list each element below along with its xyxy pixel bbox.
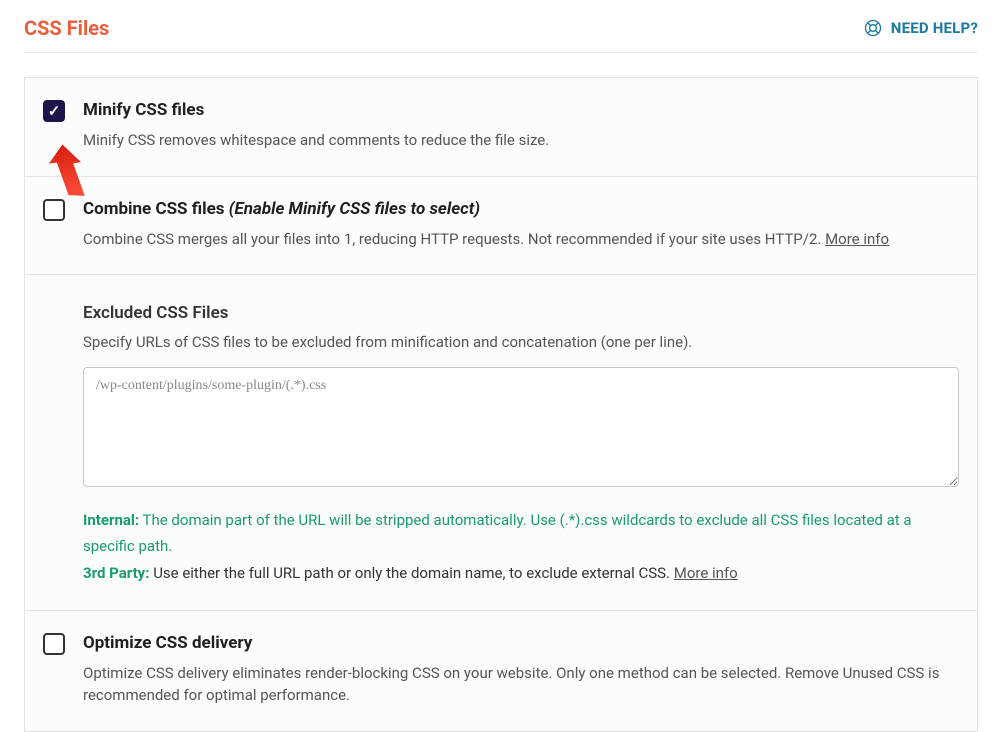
combine-css-desc-text: Combine CSS merges all your files into 1… — [83, 230, 825, 248]
settings-panel: ✓ Minify CSS files Minify CSS removes wh… — [24, 77, 978, 732]
excluded-css-title: Excluded CSS Files — [83, 303, 959, 323]
hint-internal-label: Internal: — [83, 511, 139, 529]
page-header: CSS Files NEED HELP? — [24, 16, 978, 53]
optimize-css-checkbox[interactable] — [43, 633, 65, 655]
excluded-css-hints: Internal: The domain part of the URL wil… — [83, 507, 959, 586]
minify-css-checkbox[interactable]: ✓ — [43, 100, 65, 122]
hint-3rd-text: Use either the full URL path or only the… — [149, 564, 673, 582]
section-excluded-css: Excluded CSS Files Specify URLs of CSS f… — [25, 275, 977, 611]
excluded-css-textarea[interactable] — [83, 367, 959, 487]
combine-css-desc: Combine CSS merges all your files into 1… — [83, 228, 889, 251]
section-minify-css: ✓ Minify CSS files Minify CSS removes wh… — [25, 78, 977, 177]
hint-internal-text: The domain part of the URL will be strip… — [83, 511, 912, 555]
need-help-link[interactable]: NEED HELP? — [863, 18, 978, 38]
section-combine-css: Combine CSS files (Enable Minify CSS fil… — [25, 177, 977, 276]
combine-css-more-info-link[interactable]: More info — [825, 230, 889, 248]
minify-css-desc: Minify CSS removes whitespace and commen… — [83, 129, 549, 152]
combine-css-subnote: (Enable Minify CSS files to select) — [229, 199, 480, 219]
excluded-css-desc: Specify URLs of CSS files to be excluded… — [83, 333, 959, 351]
need-help-label: NEED HELP? — [891, 19, 978, 37]
combine-css-title-text: Combine CSS files — [83, 199, 229, 219]
hint-3rd-label: 3rd Party: — [83, 564, 149, 582]
optimize-css-label: Optimize CSS delivery — [83, 633, 959, 653]
check-icon: ✓ — [48, 104, 61, 119]
minify-css-label: Minify CSS files — [83, 100, 549, 120]
section-optimize-css: Optimize CSS delivery Optimize CSS deliv… — [25, 611, 977, 731]
page-title: CSS Files — [24, 16, 109, 40]
help-icon — [863, 18, 883, 38]
combine-css-checkbox[interactable] — [43, 199, 65, 221]
optimize-css-desc: Optimize CSS delivery eliminates render-… — [83, 662, 959, 707]
excluded-css-more-info-link[interactable]: More info — [674, 564, 738, 582]
combine-css-label: Combine CSS files (Enable Minify CSS fil… — [83, 199, 889, 219]
